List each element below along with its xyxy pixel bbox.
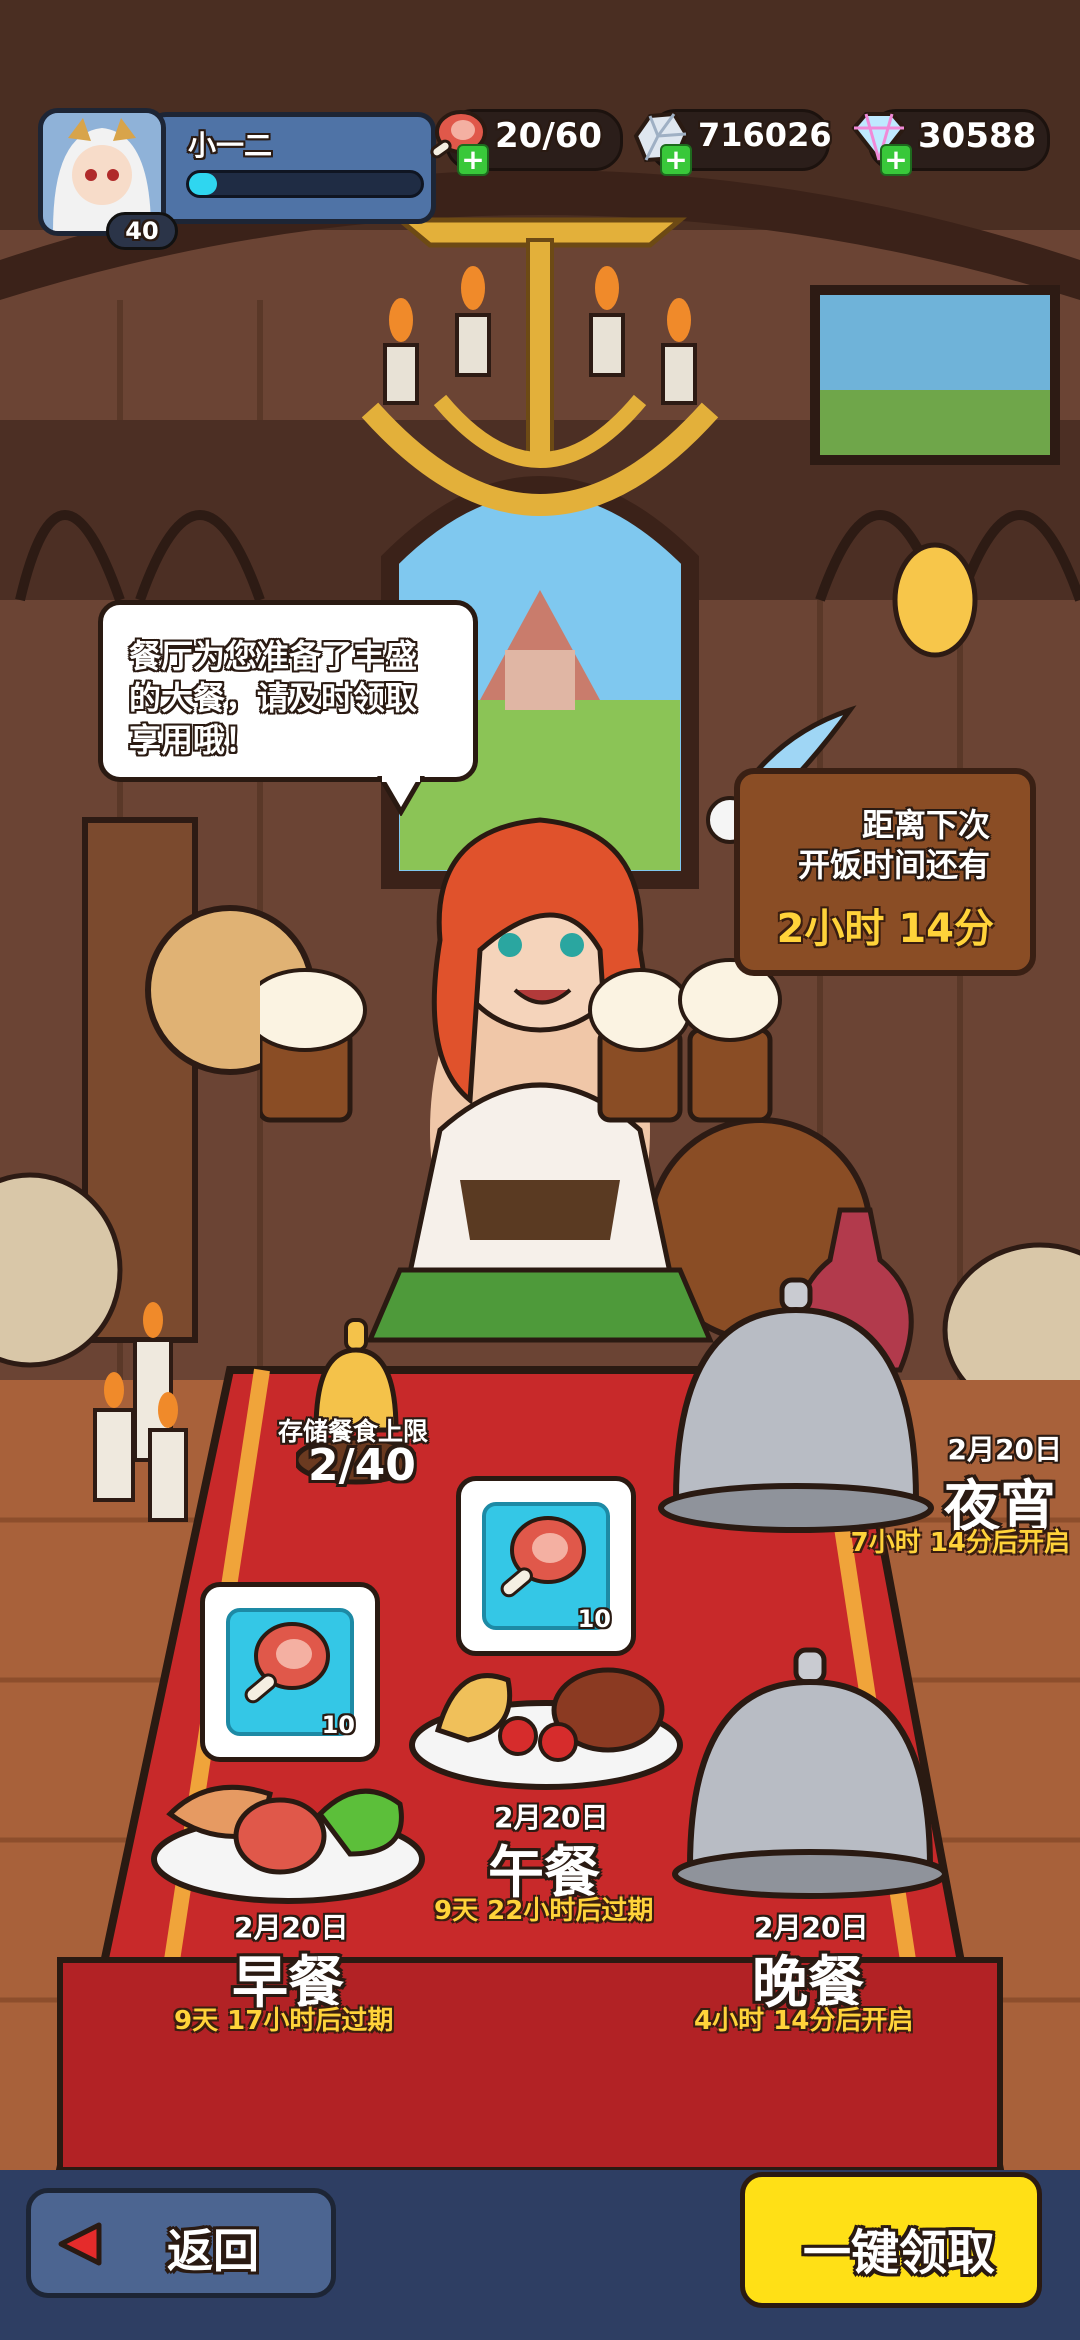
resource-silver[interactable]: + 716026: [628, 106, 832, 176]
speech-text: 餐厅为您准备了丰盛的大餐，请及时领取享用哦！: [129, 637, 418, 759]
speech-bubble-tail: [377, 776, 425, 816]
timer-line2: 开饭时间还有: [797, 846, 990, 884]
storage-count: 2/40: [308, 1440, 416, 1491]
back-label: 返回: [167, 2224, 259, 2278]
silver-count: 716026: [698, 116, 832, 154]
meat-drumstick-icon: [244, 1622, 330, 1704]
diamond-count: 30588: [918, 116, 1037, 156]
meal-lunch[interactable]: 10 2月20日 午餐 9天 22小时后过期: [406, 1476, 686, 1926]
player-panel[interactable]: 小一二 40: [38, 108, 436, 250]
resource-diamond[interactable]: + 30588: [848, 106, 1050, 176]
meat-count: 20/60: [495, 116, 603, 156]
meal-breakfast[interactable]: 10 2月20日 早餐 9天 17小时后过期: [150, 1582, 440, 2036]
supper-status: 7小时 14分后开启: [850, 1528, 1070, 1558]
claim-all-label: 一键领取: [803, 2225, 996, 2281]
lunch-plate: [409, 1667, 683, 1790]
add-silver-button[interactable]: +: [660, 144, 692, 176]
breakfast-status: 9天 17小时后过期: [174, 2006, 394, 2036]
silver-cloche-icon: [658, 1277, 934, 1533]
player-level-badge: 40: [106, 212, 178, 250]
speech-bubble: 餐厅为您准备了丰盛的大餐，请及时领取享用哦！: [98, 600, 478, 782]
next-meal-timer-sign: 距离下次 开饭时间还有 2小时 14分: [734, 768, 1036, 976]
meat-drumstick-icon: [500, 1516, 586, 1598]
meal-supper[interactable]: 2月20日 夜宵 7小时 14分后开启: [650, 1270, 1070, 1560]
lunch-reward-box: 10: [456, 1476, 636, 1656]
add-diamond-button[interactable]: +: [880, 144, 912, 176]
back-button[interactable]: 返回: [26, 2188, 336, 2298]
breakfast-reward-box: 10: [200, 1582, 380, 1762]
meal-dinner[interactable]: 2月20日 晚餐 4小时 14分后开启: [660, 1642, 960, 2036]
lunch-reward-count: 10: [577, 1605, 611, 1633]
timer-countdown: 2小时 14分: [776, 906, 994, 952]
claim-all-button[interactable]: 一键领取: [740, 2172, 1042, 2308]
resource-meat[interactable]: + 20/60: [425, 106, 623, 176]
dinner-status: 4小时 14分后开启: [694, 2006, 914, 2036]
exp-bar: [186, 170, 424, 198]
breakfast-reward-count: 10: [321, 1711, 355, 1739]
silver-cloche-icon: [672, 1647, 948, 1899]
exp-bar-fill: [189, 173, 217, 195]
player-name: 小一二: [188, 129, 273, 162]
add-meat-button[interactable]: +: [457, 144, 489, 176]
player-level: 40: [125, 217, 159, 245]
back-arrow-icon: [58, 2222, 102, 2266]
breakfast-plate: [151, 1784, 425, 1904]
lunch-status: 9天 22小时后过期: [434, 1896, 654, 1926]
